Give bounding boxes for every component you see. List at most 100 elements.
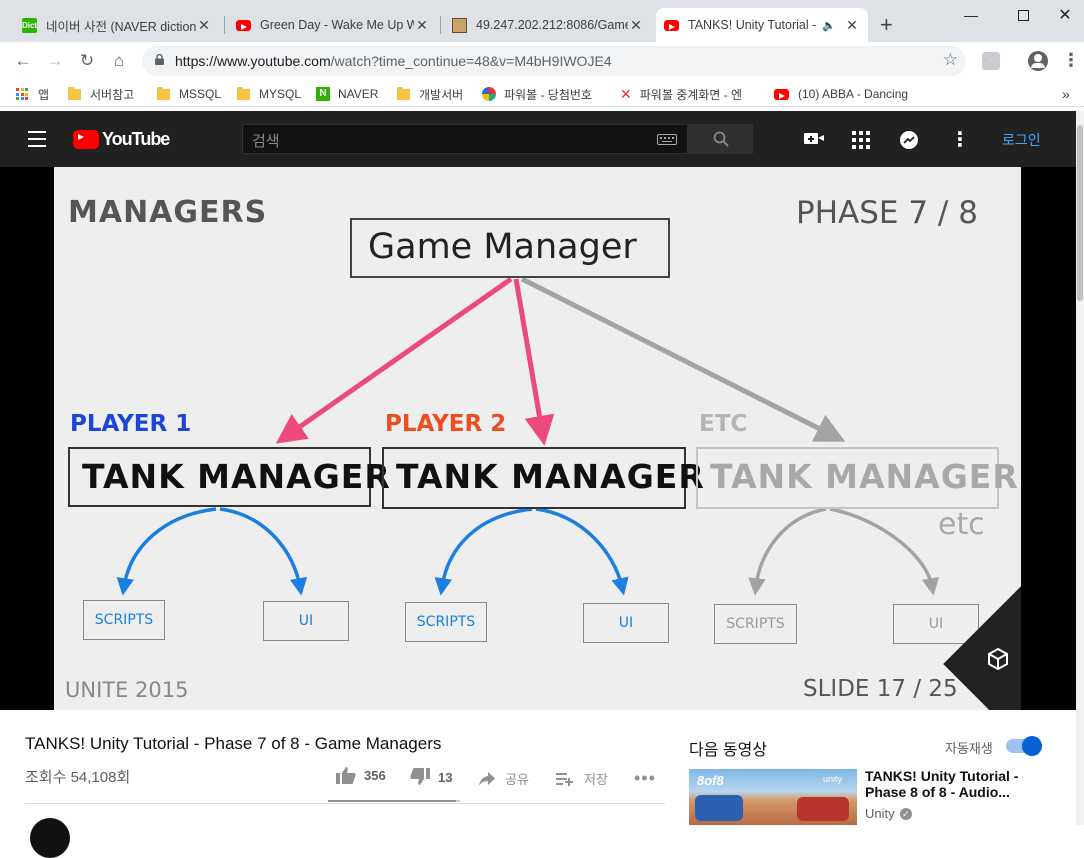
- unity-logo-icon: [988, 647, 1008, 671]
- like-button[interactable]: 356: [336, 766, 386, 784]
- video-player[interactable]: MANAGERS PHASE 7 / 8 Game Manager PLAYER: [0, 167, 1076, 710]
- thumb-brand: unity: [823, 774, 843, 784]
- bookmark-folder-mysql[interactable]: MYSQL: [237, 84, 301, 104]
- dislike-button[interactable]: 13: [410, 768, 452, 786]
- close-tab-icon[interactable]: ✕: [196, 17, 212, 34]
- tank-manager-box-player2: TANK MANAGER: [382, 447, 704, 509]
- game-manager-label: Game Manager: [368, 227, 637, 267]
- player1-label: PLAYER 1: [70, 411, 192, 437]
- back-icon[interactable]: ←: [12, 50, 34, 72]
- thumbs-up-icon: [336, 767, 356, 784]
- view-count: 조회수 54,108회: [25, 769, 131, 786]
- youtube-logo[interactable]: YouTube: [73, 129, 170, 150]
- close-window-button[interactable]: ✕: [1046, 0, 1084, 30]
- bookmark-apps[interactable]: 앱: [16, 84, 49, 104]
- messages-icon[interactable]: [900, 131, 918, 149]
- apps-grid-icon[interactable]: [852, 131, 870, 149]
- ui-box: UI: [893, 604, 979, 644]
- bookmark-abba[interactable]: (10) ABBA - Dancing: [774, 84, 914, 104]
- bookmark-star-icon[interactable]: ☆: [943, 50, 958, 70]
- slide-footer-left: UNITE 2015: [65, 678, 189, 702]
- hamburger-menu-icon[interactable]: [28, 131, 46, 147]
- minimize-button[interactable]: —: [948, 0, 994, 30]
- search-input[interactable]: 검색: [242, 124, 688, 154]
- video-frame-slide: MANAGERS PHASE 7 / 8 Game Manager PLAYER: [54, 167, 1021, 710]
- scripts-box: SCRIPTS: [83, 600, 165, 640]
- maximize-button[interactable]: [1000, 0, 1046, 30]
- browser-tab-strip: Dict 네이버 사전 (NAVER dictionary) ✕ Green D…: [0, 0, 1084, 42]
- close-tab-icon[interactable]: ✕: [628, 17, 644, 34]
- close-tab-icon[interactable]: ✕: [414, 17, 430, 34]
- more-options-icon[interactable]: ⋮: [950, 127, 970, 152]
- autoplay-toggle[interactable]: [1006, 736, 1042, 756]
- forward-icon[interactable]: →: [44, 50, 66, 72]
- tab-game-server[interactable]: 49.247.202.212:8086/GameM ✕: [444, 8, 652, 42]
- search-button[interactable]: [688, 124, 753, 154]
- tab-tanks-tutorial[interactable]: TANKS! Unity Tutorial - 🔈 ✕: [656, 8, 868, 42]
- save-button[interactable]: 저장: [556, 769, 608, 788]
- keyboard-icon[interactable]: [657, 134, 677, 145]
- scrollbar-thumb[interactable]: [1077, 125, 1083, 301]
- bookmarks-bar: 앱 서버참고 MSSQL MYSQL N NAVER 개발서버 파워볼 - 당첨번…: [0, 80, 1084, 107]
- youtube-icon: [774, 88, 789, 100]
- bookmark-folder-dev-server[interactable]: 개발서버: [397, 84, 463, 104]
- address-bar[interactable]: https://www.youtube.com/watch?time_conti…: [142, 46, 966, 76]
- tank-image: [797, 797, 849, 821]
- youtube-icon: [236, 19, 251, 31]
- game-manager-box: Game Manager: [350, 218, 670, 278]
- video-title: TANKS! Unity Tutorial - Phase 7 of 8 - G…: [25, 734, 442, 753]
- create-video-icon[interactable]: [804, 133, 824, 144]
- youtube-logo-icon: [73, 130, 99, 149]
- bookmark-powerball-stream[interactable]: ✕ 파워볼 중계화면 - 엔: [620, 84, 760, 104]
- autoplay-label: 자동재생: [945, 741, 993, 756]
- share-icon: [479, 771, 495, 785]
- profile-avatar-icon[interactable]: [1028, 51, 1048, 71]
- login-button[interactable]: 로그인: [1002, 130, 1041, 150]
- folder-icon: [237, 86, 250, 100]
- browser-menu-icon[interactable]: ⋮: [1062, 50, 1080, 71]
- playlist-add-icon: [556, 772, 573, 786]
- bookmark-folder-mssql[interactable]: MSSQL: [157, 84, 221, 104]
- speaker-icon[interactable]: 🔈: [822, 19, 836, 32]
- bookmark-naver[interactable]: N NAVER: [316, 84, 378, 104]
- next-video-title-line2[interactable]: Phase 8 of 8 - Audio...: [865, 784, 1010, 800]
- next-video-title-line1[interactable]: TANKS! Unity Tutorial -: [865, 768, 1018, 784]
- search-icon: [713, 131, 729, 147]
- address-url: https://www.youtube.com/watch?time_conti…: [175, 53, 612, 69]
- folder-icon: [157, 86, 170, 100]
- bookmark-powerball-numbers[interactable]: 파워볼 - 당첨번호: [482, 84, 592, 104]
- image-icon: [452, 17, 467, 33]
- like-ratio-bar: [328, 800, 460, 802]
- tab-naver-dictionary[interactable]: Dict 네이버 사전 (NAVER dictionary) ✕: [14, 8, 220, 42]
- etc-note: etc: [938, 507, 985, 542]
- youtube-icon: [664, 19, 679, 31]
- ui-box: UI: [583, 603, 669, 643]
- reload-icon[interactable]: ↻: [76, 50, 98, 72]
- apps-grid-icon: [16, 88, 28, 100]
- naver-dict-icon: Dict: [22, 17, 37, 33]
- more-bookmarks-icon[interactable]: »: [1062, 84, 1070, 104]
- naver-icon: N: [316, 87, 330, 101]
- tank-manager-label: TANK MANAGER: [710, 457, 1019, 496]
- extension-icon[interactable]: ·: [982, 52, 1000, 70]
- lock-icon: [155, 54, 164, 65]
- new-tab-button[interactable]: +: [880, 12, 893, 38]
- close-tab-icon[interactable]: ✕: [844, 17, 860, 34]
- share-button[interactable]: 공유: [479, 769, 529, 788]
- thumb-badge: 8of8: [697, 773, 724, 788]
- channel-avatar[interactable]: [30, 818, 70, 858]
- more-actions-icon[interactable]: •••: [634, 768, 656, 789]
- divider: [25, 803, 665, 804]
- tools-icon: ✕: [620, 85, 632, 102]
- scripts-box: SCRIPTS: [714, 604, 797, 644]
- folder-icon: [397, 86, 410, 100]
- next-video-thumbnail[interactable]: 8of8 unity: [689, 769, 857, 825]
- browser-toolbar: ← → ↻ ⌂ https://www.youtube.com/watch?ti…: [0, 42, 1084, 80]
- bookmark-folder-server-ref[interactable]: 서버참고: [68, 84, 134, 104]
- tank-image: [695, 795, 743, 821]
- tab-green-day[interactable]: Green Day - Wake Me Up When ✕: [228, 8, 438, 42]
- tank-manager-label: TANK MANAGER: [396, 457, 705, 496]
- page-scrollbar[interactable]: [1076, 111, 1084, 825]
- next-video-channel[interactable]: Unity ✓: [865, 806, 912, 821]
- home-icon[interactable]: ⌂: [108, 50, 130, 72]
